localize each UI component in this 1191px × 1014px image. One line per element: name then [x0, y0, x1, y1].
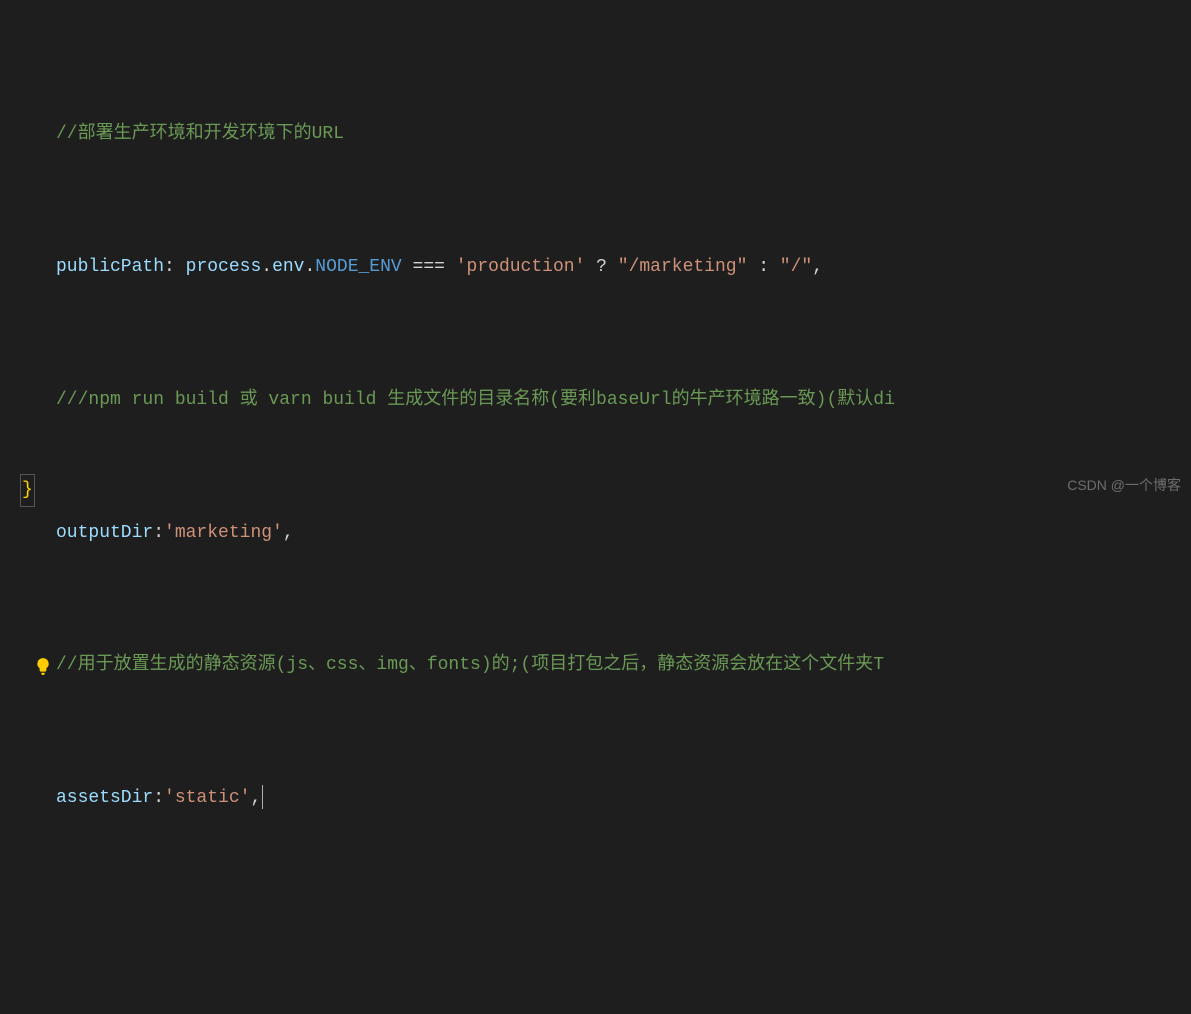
punctuation: : — [164, 257, 186, 277]
comment-text: //部署生产环境和开发环境下的URL — [56, 124, 344, 144]
string-literal: 'marketing' — [164, 523, 283, 543]
punctuation: . — [261, 257, 272, 277]
code-line[interactable]: publicPath: process.env.NODE_ENV === 'pr… — [0, 251, 1191, 284]
punctuation: , — [812, 257, 823, 277]
property-name: assetsDir — [56, 788, 153, 808]
string-literal: "/" — [780, 257, 812, 277]
punctuation: . — [304, 257, 315, 277]
punctuation: : — [153, 788, 164, 808]
operator: === — [402, 257, 456, 277]
property-name: outputDir — [56, 523, 153, 543]
code-line[interactable]: outputDir:'marketing', — [0, 517, 1191, 550]
string-literal: "/marketing" — [618, 257, 748, 277]
code-line[interactable]: assetsDir:'static', — [0, 782, 1191, 815]
code-line[interactable] — [0, 915, 1191, 948]
brace-close: } — [20, 474, 35, 507]
identifier: env — [272, 257, 304, 277]
string-literal: 'production' — [456, 257, 586, 277]
code-line[interactable]: ///npm run build 或 varn build 生成文件的目录名称(… — [0, 384, 1191, 417]
comment-text: ///npm run build 或 varn build 生成文件的目录名称(… — [56, 390, 895, 410]
code-editor[interactable]: //部署生产环境和开发环境下的URL publicPath: process.e… — [0, 0, 1191, 1014]
string-literal: 'static' — [164, 788, 250, 808]
identifier: process — [186, 257, 262, 277]
comment-text: //用于放置生成的静态资源(js、css、img、fonts)的;(项目打包之后… — [56, 655, 884, 675]
punctuation: : — [153, 523, 164, 543]
constant: NODE_ENV — [315, 257, 401, 277]
punctuation: , — [283, 523, 294, 543]
operator: : — [747, 257, 779, 277]
property-name: publicPath — [56, 257, 164, 277]
punctuation: , — [250, 788, 261, 808]
lightbulb-icon[interactable] — [34, 655, 54, 675]
watermark-text: CSDN @一个博客 — [1067, 473, 1181, 499]
operator: ? — [585, 257, 617, 277]
text-cursor — [262, 785, 263, 809]
code-line[interactable]: //部署生产环境和开发环境下的URL — [0, 118, 1191, 151]
code-line[interactable]: //用于放置生成的静态资源(js、css、img、fonts)的;(项目打包之后… — [0, 649, 1191, 682]
